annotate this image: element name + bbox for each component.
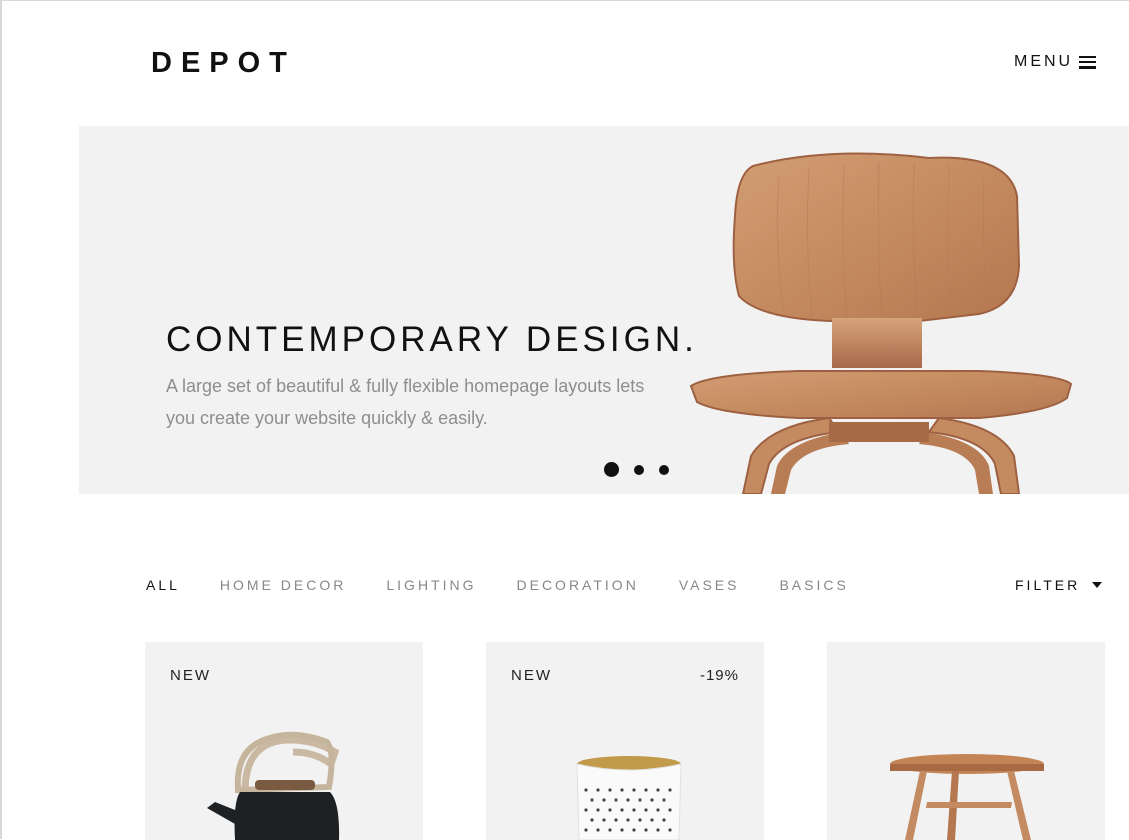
slider-dot-3[interactable] [659,464,669,475]
filter-vases[interactable]: VASES [679,577,740,593]
slider-dot-2[interactable] [634,464,644,475]
product-card-side-table[interactable] [827,642,1105,840]
filter-home-decor[interactable]: HOME DECOR [220,577,346,593]
filter-lighting[interactable]: LIGHTING [386,577,476,593]
hero-slider: CONTEMPORARY DESIGN. A large set of beau… [79,126,1129,494]
product-card-vase[interactable]: NEW -19% [486,642,764,840]
hero-chair-image [689,152,1073,494]
menu-label: MENU [1014,53,1074,70]
filter-all[interactable]: ALL [146,577,180,593]
hamburger-icon [1079,55,1097,69]
hero-title: CONTEMPORARY DESIGN. [166,320,698,359]
product-card-kettle[interactable]: NEW [145,642,423,840]
side-table-image [890,754,1044,840]
caret-down-icon [1092,582,1103,588]
kettle-image [207,731,340,840]
category-filters: ALL HOME DECOR LIGHTING DECORATION VASES… [146,577,889,593]
menu-button[interactable]: MENU [1014,53,1097,71]
filter-dropdown[interactable]: FILTER [1015,577,1103,593]
site-logo[interactable]: DEPOT [151,47,296,80]
vase-image [576,756,682,840]
slider-dot-1[interactable] [604,462,619,477]
filter-basics[interactable]: BASICS [779,577,848,593]
hero-subtitle: A large set of beautiful & fully flexibl… [166,376,645,428]
filter-decoration[interactable]: DECORATION [517,577,639,593]
filter-dropdown-label: FILTER [1015,577,1081,593]
slider-pagination [604,462,669,477]
